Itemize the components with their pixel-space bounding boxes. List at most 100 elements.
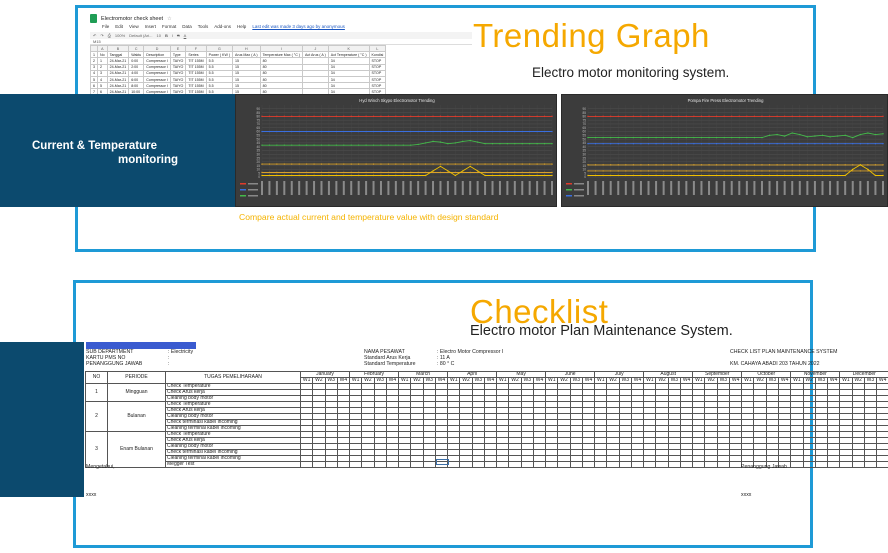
check-cell[interactable]: [336, 461, 351, 468]
check-cell[interactable]: [594, 461, 608, 468]
check-cell[interactable]: [863, 461, 878, 468]
check-cell[interactable]: [827, 461, 841, 468]
data-point: [469, 165, 471, 168]
data-point: [852, 164, 854, 166]
check-cell[interactable]: [839, 461, 853, 468]
check-cell[interactable]: [483, 461, 498, 468]
check-cell[interactable]: [790, 461, 804, 468]
check-cell[interactable]: [630, 461, 645, 468]
menu-edit[interactable]: Edit: [115, 24, 123, 30]
data-point: [328, 115, 330, 118]
undo-icon[interactable]: ↶: [93, 33, 96, 38]
menu-help[interactable]: Help: [237, 24, 246, 30]
italic-icon[interactable]: I: [172, 33, 173, 38]
data-point: [761, 115, 763, 118]
check-cell[interactable]: [876, 461, 888, 468]
check-cell[interactable]: [373, 461, 387, 468]
check-cell[interactable]: [312, 461, 326, 468]
data-point: [402, 163, 404, 165]
data-point: [708, 115, 710, 118]
check-cell[interactable]: [716, 461, 730, 468]
menu-insert[interactable]: Insert: [145, 24, 156, 30]
check-cell[interactable]: [569, 461, 583, 468]
data-point: [821, 134, 824, 137]
check-cell[interactable]: [385, 461, 400, 468]
data-point: [708, 136, 710, 139]
check-cell[interactable]: [667, 461, 681, 468]
data-point: [678, 164, 680, 166]
star-icon[interactable]: ☆: [167, 16, 171, 22]
check-cell[interactable]: [704, 461, 718, 468]
check-cell[interactable]: [398, 461, 412, 468]
menu-view[interactable]: View: [129, 24, 139, 30]
data-point: [836, 115, 839, 118]
data-point: [424, 130, 427, 133]
data-point: [821, 142, 824, 145]
data-point: [469, 139, 471, 142]
check-cell[interactable]: [532, 461, 547, 468]
check-cell[interactable]: [520, 461, 534, 468]
check-cell[interactable]: [324, 461, 338, 468]
check-cell[interactable]: [508, 461, 522, 468]
data-point: [836, 170, 839, 172]
data-point: [514, 174, 516, 177]
x-tick-label: [806, 181, 809, 195]
data-point: [291, 144, 293, 146]
check-cell[interactable]: [851, 461, 865, 468]
check-cell[interactable]: [299, 461, 314, 468]
check-cell[interactable]: [471, 461, 485, 468]
data-point: [402, 174, 404, 177]
menu-format[interactable]: Format: [162, 24, 176, 30]
check-cell[interactable]: [349, 461, 363, 468]
check-cell[interactable]: [618, 461, 632, 468]
font-select[interactable]: Default (Ari...: [129, 33, 152, 38]
data-point: [655, 142, 657, 145]
check-cell[interactable]: [496, 461, 510, 468]
bold-icon[interactable]: B: [165, 33, 168, 38]
check-cell[interactable]: [459, 461, 473, 468]
data-point: [410, 115, 412, 118]
data-point: [439, 163, 442, 165]
data-point: [432, 163, 434, 165]
menu-file[interactable]: File: [102, 24, 109, 30]
trending-subtitle: Electro motor monitoring system.: [532, 65, 730, 80]
menu-tools[interactable]: Tools: [198, 24, 209, 30]
last-edit-link[interactable]: Last edit was made 3 days ago by anonymo…: [252, 24, 345, 30]
check-cell[interactable]: [606, 461, 620, 468]
data-point: [417, 130, 419, 133]
check-cell[interactable]: [557, 461, 571, 468]
check-cell[interactable]: [728, 461, 743, 468]
check-cell[interactable]: [655, 461, 669, 468]
check-cell[interactable]: [679, 461, 694, 468]
font-size-select[interactable]: 10: [157, 33, 161, 38]
data-point: [499, 174, 501, 177]
data-point: [761, 164, 763, 166]
check-cell[interactable]: [802, 461, 816, 468]
x-tick-label: [647, 181, 650, 195]
check-cell[interactable]: [361, 461, 375, 468]
data-point: [852, 142, 854, 145]
strike-icon[interactable]: S: [177, 33, 180, 38]
data-point: [693, 115, 695, 118]
zoom-select[interactable]: 100%: [115, 33, 125, 38]
menu-data[interactable]: Data: [182, 24, 192, 30]
check-cell[interactable]: [814, 461, 829, 468]
check-cell[interactable]: [692, 461, 706, 468]
data-point: [305, 115, 308, 118]
redo-icon[interactable]: ↷: [100, 33, 103, 38]
data-point: [410, 144, 412, 146]
hdr-std-temp: Standard Temperature: [364, 361, 416, 367]
check-cell[interactable]: [581, 461, 596, 468]
spreadsheet-title[interactable]: Electromotor check sheet: [101, 16, 163, 22]
check-cell[interactable]: [447, 461, 461, 468]
print-icon[interactable]: ⎙: [108, 33, 111, 38]
data-point: [447, 170, 449, 172]
menu-addons[interactable]: Add-ons: [214, 24, 231, 30]
check-cell[interactable]: [410, 461, 424, 468]
x-tick-label: [836, 181, 839, 195]
data-point: [305, 144, 308, 146]
check-cell[interactable]: [545, 461, 559, 468]
text-color-icon[interactable]: A: [184, 33, 187, 38]
check-cell[interactable]: [643, 461, 657, 468]
check-cell[interactable]: [422, 461, 436, 468]
